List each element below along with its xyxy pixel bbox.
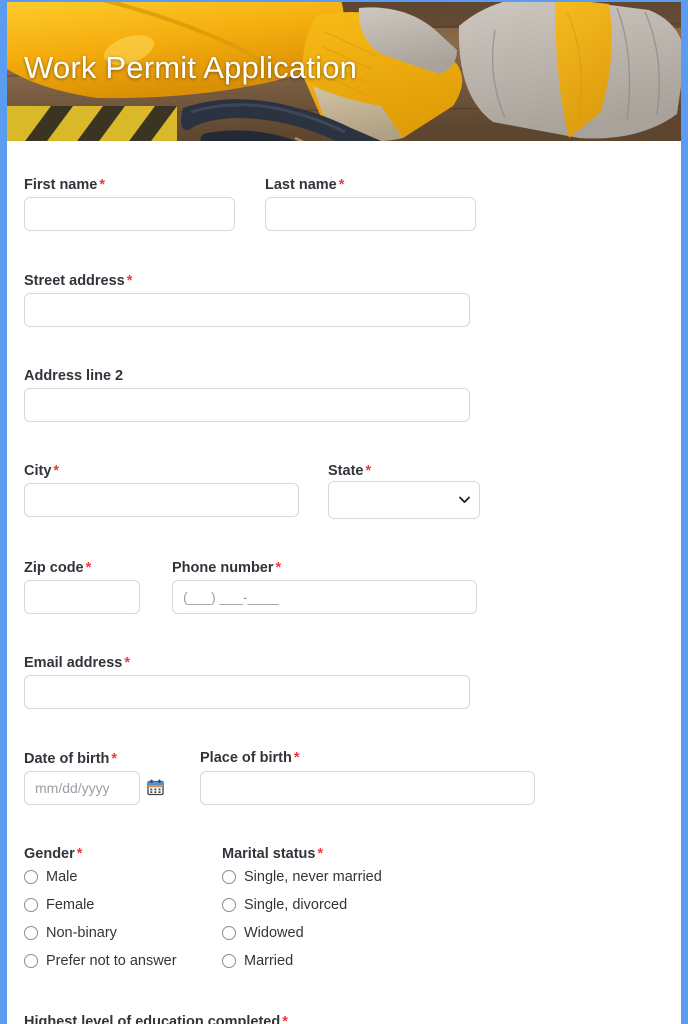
last-name-input[interactable] [265,197,476,231]
form-card: Work Permit Application First name * Last… [7,2,681,1024]
radio-icon [222,926,236,940]
address-line-2-label-text: Address line 2 [24,368,124,384]
gender-radio-group: Male Female Non-binary Prefer not to ans… [24,863,177,975]
first-name-label: First name * [24,176,105,194]
place-of-birth-input[interactable] [200,771,535,805]
place-of-birth-label: Place of birth * [200,749,300,767]
radio-icon [24,926,38,940]
marital-status-option-single-never-married[interactable]: Single, never married [222,863,382,891]
state-label: State * [328,462,371,480]
calendar-icon-button[interactable] [147,779,164,796]
phone-number-input[interactable] [172,580,477,614]
city-input[interactable] [24,483,299,517]
date-of-birth-input[interactable] [24,771,140,805]
radio-icon [222,954,236,968]
city-label-text: City [24,463,52,479]
radio-icon [24,870,38,884]
zip-code-label: Zip code * [24,559,91,577]
state-select[interactable] [328,481,480,519]
gender-option-male[interactable]: Male [24,863,177,891]
email-address-label: Email address * [24,654,130,672]
radio-icon [222,870,236,884]
marital-status-option-married[interactable]: Married [222,947,382,975]
education-level-label: Highest level of education completed * [24,1013,288,1024]
required-asterisk: * [365,463,372,479]
gender-option-label: Female [46,897,95,913]
page-frame: Work Permit Application First name * Last… [0,0,688,1024]
place-of-birth-label-text: Place of birth [200,750,292,766]
page-title: Work Permit Application [24,50,358,85]
street-address-input[interactable] [24,293,470,327]
city-label: City * [24,462,59,480]
marital-status-option-label: Married [244,953,294,969]
first-name-input[interactable] [24,197,235,231]
gender-option-label: Male [46,869,78,885]
required-asterisk: * [317,846,324,862]
street-address-label: Street address * [24,272,132,290]
gender-option-prefer-not-to-answer[interactable]: Prefer not to answer [24,947,177,975]
state-label-text: State [328,463,364,479]
last-name-label-text: Last name [265,177,337,193]
marital-status-option-label: Single, never married [244,869,382,885]
required-asterisk: * [126,273,133,289]
gender-label-text: Gender [24,846,75,862]
gender-option-female[interactable]: Female [24,891,177,919]
header-banner: Work Permit Application [7,2,681,141]
marital-status-label: Marital status * [222,845,323,863]
last-name-label: Last name * [265,176,344,194]
gender-option-label: Non-binary [46,925,117,941]
date-of-birth-label: Date of birth * [24,750,117,768]
marital-status-option-label: Single, divorced [244,897,348,913]
required-asterisk: * [53,463,60,479]
required-asterisk: * [124,655,130,671]
gender-label: Gender * [24,845,82,863]
required-asterisk: * [99,177,105,193]
required-asterisk: * [111,751,118,767]
street-address-label-text: Street address [24,273,125,289]
email-address-label-text: Email address [24,655,123,671]
marital-status-label-text: Marital status [222,846,316,862]
marital-status-option-widowed[interactable]: Widowed [222,919,382,947]
radio-icon [24,954,38,968]
zip-code-input[interactable] [24,580,140,614]
required-asterisk: * [275,560,282,576]
required-asterisk: * [76,846,83,862]
marital-status-radio-group: Single, never married Single, divorced W… [222,863,382,975]
radio-icon [222,898,236,912]
marital-status-option-single-divorced[interactable]: Single, divorced [222,891,382,919]
required-asterisk: * [282,1014,288,1024]
marital-status-option-label: Widowed [244,925,304,941]
address-line-2-label: Address line 2 [24,367,123,385]
education-level-label-text: Highest level of education completed [24,1014,281,1024]
required-asterisk: * [293,750,300,766]
required-asterisk: * [85,560,92,576]
calendar-icon [147,779,164,796]
required-asterisk: * [338,177,345,193]
gender-option-label: Prefer not to answer [46,953,177,969]
phone-number-label: Phone number * [172,559,281,577]
email-address-input[interactable] [24,675,470,709]
radio-icon [24,898,38,912]
gender-option-non-binary[interactable]: Non-binary [24,919,177,947]
first-name-label-text: First name [24,177,98,193]
state-select-wrapper[interactable] [328,481,480,519]
phone-number-label-text: Phone number [172,560,274,576]
zip-code-label-text: Zip code [24,560,84,576]
address-line-2-input[interactable] [24,388,470,422]
date-of-birth-label-text: Date of birth [24,751,110,767]
